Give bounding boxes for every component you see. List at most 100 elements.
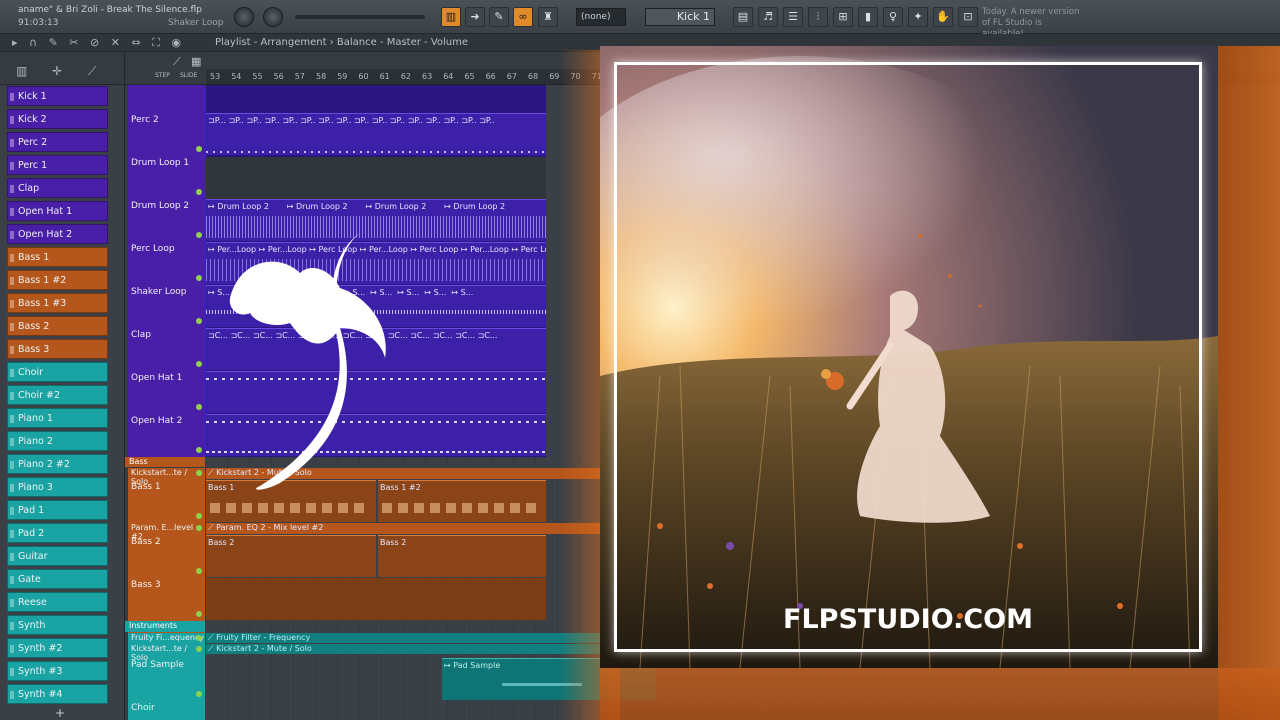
channel-gate[interactable]: Gate bbox=[7, 569, 108, 589]
channel-open-hat-2[interactable]: Open Hat 2 bbox=[7, 224, 108, 244]
channel-synth-3[interactable]: Synth #3 bbox=[7, 661, 108, 681]
track-led[interactable] bbox=[196, 611, 202, 617]
track-led[interactable] bbox=[196, 189, 202, 195]
track-perc2[interactable]: Perc 2 bbox=[128, 113, 205, 155]
channel-piano-1[interactable]: Piano 1 bbox=[7, 408, 108, 428]
channel-synth-4[interactable]: Synth #4 bbox=[7, 684, 108, 704]
track-led[interactable] bbox=[196, 146, 202, 152]
track-bass3[interactable]: Bass 3 bbox=[128, 578, 205, 620]
channel-choir[interactable]: Choir bbox=[7, 362, 108, 382]
playlist-icon[interactable]: ▤ bbox=[733, 7, 753, 27]
track-choir[interactable]: Choir bbox=[128, 701, 205, 720]
channel-guitar[interactable]: Guitar bbox=[7, 546, 108, 566]
channel-pad-2[interactable]: Pad 2 bbox=[7, 523, 108, 543]
channel-clap[interactable]: Clap bbox=[7, 178, 108, 198]
channel-bass-1-3[interactable]: Bass 1 #3 bbox=[7, 293, 108, 313]
channel-bass-1[interactable]: Bass 1 bbox=[7, 247, 108, 267]
pattern-dropdown[interactable]: (none) bbox=[576, 8, 626, 26]
track-led[interactable] bbox=[196, 318, 202, 324]
arrow-right-icon[interactable]: ➜ bbox=[465, 7, 485, 27]
track-led[interactable] bbox=[196, 525, 202, 531]
track-shakerloop[interactable]: Shaker Loop bbox=[128, 285, 205, 327]
track-openhat2[interactable]: Open Hat 2 bbox=[128, 414, 205, 456]
grid-icon[interactable]: ▦ bbox=[191, 55, 201, 68]
piano-icon[interactable]: ▥ bbox=[441, 7, 461, 27]
bass1-2-clip[interactable]: Bass 1 #2 bbox=[378, 480, 546, 522]
track-percloop[interactable]: Perc Loop bbox=[128, 242, 205, 284]
channel-choir-2[interactable]: Choir #2 bbox=[7, 385, 108, 405]
brush-icon[interactable]: ✎ bbox=[489, 7, 509, 27]
channel-perc-2[interactable]: Perc 2 bbox=[7, 132, 108, 152]
track-kickstart-bass[interactable]: Kickstart...te / Solo bbox=[128, 468, 205, 486]
instruments-group-header[interactable]: Instruments bbox=[125, 621, 205, 632]
snap-icon[interactable]: ⟋ bbox=[173, 55, 181, 69]
pattern-selector[interactable]: Kick 1 bbox=[645, 8, 715, 26]
channel-synth[interactable]: Synth bbox=[7, 615, 108, 635]
channel-rack-icon[interactable]: ☰ bbox=[783, 7, 803, 27]
channel-kick-2[interactable]: Kick 2 bbox=[7, 109, 108, 129]
track-led[interactable] bbox=[196, 691, 202, 697]
browser-icon[interactable]: ⊞ bbox=[833, 7, 853, 27]
ruler-tick: 57 bbox=[294, 72, 305, 81]
mixer-icon[interactable]: ⫶ bbox=[808, 7, 828, 27]
track-param-eq[interactable]: Param. E...level #2 bbox=[128, 523, 205, 541]
hat-icon[interactable]: ♜ bbox=[538, 7, 558, 27]
ruler-tick: 66 bbox=[485, 72, 496, 81]
track-led[interactable] bbox=[196, 568, 202, 574]
channel-piano-3[interactable]: Piano 3 bbox=[7, 477, 108, 497]
ruler-tick: 67 bbox=[506, 72, 517, 81]
track-led[interactable] bbox=[196, 635, 202, 641]
position-slider[interactable] bbox=[295, 15, 425, 19]
pencil-icon[interactable]: ⟋ bbox=[88, 64, 96, 79]
channel-piano-2-2[interactable]: Piano 2 #2 bbox=[7, 454, 108, 474]
top-toolbar: aname" & Bri Zoli - Break The Silence.fl… bbox=[0, 0, 1280, 39]
channel-perc-1[interactable]: Perc 1 bbox=[7, 155, 108, 175]
track-drumloop2[interactable]: Drum Loop 2 bbox=[128, 199, 205, 241]
track-led[interactable] bbox=[196, 447, 202, 453]
track-led[interactable] bbox=[196, 232, 202, 238]
channel-kick-1[interactable]: Kick 1 bbox=[7, 86, 108, 106]
piano-rack-icon[interactable]: ▥ bbox=[16, 64, 27, 78]
playlist-tool-icons[interactable]: ▸ ∩ ✎ ✂ ⊘ ✕ ⇔ ⛶ ◉ bbox=[12, 36, 185, 50]
track-openhat1[interactable]: Open Hat 1 bbox=[128, 371, 205, 413]
param-eq-automation[interactable]: ⟋ Param. EQ 2 - Mix level #2 bbox=[206, 523, 606, 534]
track-led[interactable] bbox=[196, 470, 202, 476]
channel-reese[interactable]: Reese bbox=[7, 592, 108, 612]
plus-cross-icon[interactable]: ✛ bbox=[52, 64, 62, 78]
track-led[interactable] bbox=[196, 275, 202, 281]
channel-bass-3[interactable]: Bass 3 bbox=[7, 339, 108, 359]
mic-icon[interactable]: ♀ bbox=[883, 7, 903, 27]
piano-roll-icon[interactable]: ♬ bbox=[758, 7, 778, 27]
plugin-icon[interactable]: ▮ bbox=[858, 7, 878, 27]
link-icon[interactable]: ∞ bbox=[513, 7, 533, 27]
track-led[interactable] bbox=[196, 513, 202, 519]
track-led[interactable] bbox=[196, 361, 202, 367]
channel-synth-2[interactable]: Synth #2 bbox=[7, 638, 108, 658]
track-led[interactable] bbox=[196, 404, 202, 410]
track-led[interactable] bbox=[196, 646, 202, 652]
cart-icon[interactable]: ⊡ bbox=[958, 7, 978, 27]
track-bass2[interactable]: Bass 2 bbox=[128, 535, 205, 577]
track-bass1[interactable]: Bass 1 bbox=[128, 480, 205, 522]
perc2-clip-label: ⊐P... ⊐P.. ⊐P.. ⊐P.. ⊐P.. ⊐P.. ⊐P.. ⊐P..… bbox=[208, 116, 495, 125]
channel-open-hat-1[interactable]: Open Hat 1 bbox=[7, 201, 108, 221]
track-fruity-filter[interactable]: Fruity Fi...equency bbox=[128, 633, 205, 644]
master-pitch-knob[interactable] bbox=[263, 7, 283, 27]
hand-icon[interactable]: ✋ bbox=[933, 7, 953, 27]
channel-bass-2[interactable]: Bass 2 bbox=[7, 316, 108, 336]
track-clap[interactable]: Clap bbox=[128, 328, 205, 370]
channel-bass-1-2[interactable]: Bass 1 #2 bbox=[7, 270, 108, 290]
perc2-notes bbox=[206, 151, 546, 153]
tools-icon[interactable]: ✦ bbox=[908, 7, 928, 27]
channel-piano-2[interactable]: Piano 2 bbox=[7, 431, 108, 451]
bass-group-header[interactable]: Bass bbox=[125, 457, 205, 467]
bass2-b-clip[interactable]: Bass 2 bbox=[378, 535, 546, 577]
track-pad-sample[interactable]: Pad Sample bbox=[128, 658, 205, 700]
track-drumloop1[interactable]: Drum Loop 1 bbox=[128, 156, 205, 198]
bass2-clip[interactable]: Bass 2 bbox=[206, 535, 376, 577]
channel-pad-1[interactable]: Pad 1 bbox=[7, 500, 108, 520]
master-volume-knob[interactable] bbox=[234, 7, 254, 27]
track-kickstart-inst[interactable]: Kickstart...te / Solo bbox=[128, 644, 205, 662]
add-channel-icon[interactable]: + bbox=[55, 706, 65, 720]
perc2-clip[interactable]: ⊐P... ⊐P.. ⊐P.. ⊐P.. ⊐P.. ⊐P.. ⊐P.. ⊐P..… bbox=[206, 113, 546, 155]
